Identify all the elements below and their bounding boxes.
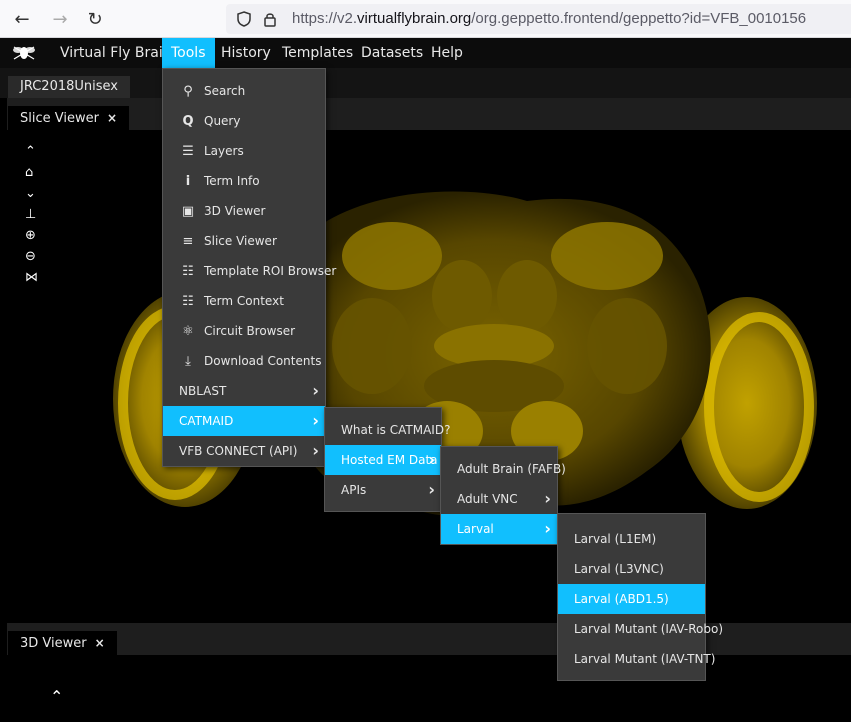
menu-item-what-is-catmaid[interactable]: What is CATMAID?: [325, 415, 450, 445]
chevron-right-icon: ›: [428, 450, 435, 469]
chevron-right-icon: ›: [544, 519, 551, 538]
slice-viewer-tab[interactable]: Slice Viewer ×: [8, 106, 130, 130]
viewer3d-tab[interactable]: 3D Viewer ×: [8, 631, 117, 655]
home-icon[interactable]: ⌂: [25, 162, 38, 183]
menu-item-3d-viewer[interactable]: ▣ 3D Viewer: [163, 196, 325, 226]
cube-icon: ▣: [181, 204, 195, 219]
menu-item-adult-brain-fafb[interactable]: Adult Brain (FAFB): [441, 454, 566, 484]
chevron-right-icon: ›: [544, 489, 551, 508]
shield-icon: [237, 11, 251, 27]
pan-up-icon[interactable]: ⌃: [25, 141, 38, 162]
close-icon[interactable]: ×: [107, 111, 117, 125]
chevron-right-icon: ›: [312, 411, 319, 430]
viewer3d-header: 3D Viewer ×: [7, 623, 851, 655]
close-icon[interactable]: ×: [95, 636, 105, 650]
reload-icon[interactable]: ↻: [82, 6, 108, 32]
toggle-icon[interactable]: ⋈: [25, 267, 38, 288]
chevron-right-icon: ›: [428, 480, 435, 499]
menu-item-term-context[interactable]: ☷ Term Context: [163, 286, 325, 316]
download-icon: ⤓: [185, 354, 191, 369]
menu-item-query[interactable]: Q Query: [163, 106, 325, 136]
menu-item-template-roi-browser[interactable]: ☷ Template ROI Browser: [163, 256, 336, 286]
zoom-out-icon[interactable]: ⊖: [25, 246, 38, 267]
menu-item-download-contents[interactable]: ⤓ Download Contents: [163, 346, 325, 376]
nav-tools[interactable]: Tools: [162, 38, 215, 68]
tree-list-icon: ☷: [182, 264, 194, 279]
menu-item-larval-l3vnc[interactable]: Larval (L3VNC): [558, 554, 705, 584]
circuit-icon: ⚛: [182, 324, 194, 339]
forward-icon[interactable]: →: [47, 6, 73, 32]
menu-item-hosted-em-data[interactable]: Hosted EM Data ›: [325, 445, 441, 475]
url-text: https://v2.virtualflybrain.org/org.geppe…: [292, 10, 807, 27]
browser-toolbar: ← → ↻ https://v2.virtualflybrain.org/org…: [0, 0, 851, 38]
menu-item-search[interactable]: ⚲ Search: [163, 76, 325, 106]
nav-help[interactable]: Help: [431, 38, 463, 68]
axes-icon[interactable]: ⊥: [25, 204, 38, 225]
template-tab[interactable]: JRC2018Unisex: [8, 76, 130, 98]
menu-item-adult-vnc[interactable]: Adult VNC ›: [441, 484, 557, 514]
chevron-right-icon: ›: [312, 441, 319, 460]
chevron-right-icon: ›: [312, 381, 319, 400]
address-bar[interactable]: https://v2.virtualflybrain.org/org.geppe…: [226, 4, 851, 34]
fly-logo-icon[interactable]: [12, 43, 36, 63]
zoom-in-icon[interactable]: ⊕: [25, 225, 38, 246]
menu-item-catmaid[interactable]: CATMAID ›: [163, 406, 325, 436]
nav-history[interactable]: History: [221, 38, 271, 68]
app-title[interactable]: Virtual Fly Brain: [60, 38, 172, 68]
template-tabbar: JRC2018Unisex: [0, 68, 851, 98]
list-icon: ☰: [182, 144, 194, 159]
menu-item-slice-viewer[interactable]: ≡ Slice Viewer: [163, 226, 325, 256]
hierarchy-icon: ☷: [182, 294, 194, 309]
menu-item-nblast[interactable]: NBLAST ›: [163, 376, 325, 406]
menu-item-apis[interactable]: APIs ›: [325, 475, 441, 505]
viewer3d-canvas[interactable]: ⌃: [7, 655, 851, 722]
sliders-icon: ≡: [182, 234, 194, 249]
search-icon: ⚲: [183, 84, 193, 99]
slice-viewer-header: Slice Viewer ×: [7, 98, 851, 130]
nav-datasets[interactable]: Datasets: [361, 38, 423, 68]
lock-icon: [264, 13, 276, 27]
menu-item-larval-mutant-iav-robo[interactable]: Larval Mutant (IAV-Robo): [558, 614, 723, 644]
app-navbar: Virtual Fly Brain Tools History Template…: [0, 38, 851, 68]
info-icon: i: [185, 174, 191, 189]
pan-up-icon[interactable]: ⌃: [50, 687, 63, 706]
menu-item-larval-mutant-iav-tnt[interactable]: Larval Mutant (IAV-TNT): [558, 644, 715, 674]
catmaid-submenu: What is CATMAID? Hosted EM Data › APIs ›: [324, 407, 450, 512]
menu-item-larval[interactable]: Larval ›: [441, 514, 557, 544]
pan-down-icon[interactable]: ⌄: [25, 183, 38, 204]
menu-item-vfb-connect[interactable]: VFB CONNECT (API) ›: [163, 436, 325, 466]
slice-viewer-canvas[interactable]: ⌃ ⌂ ⌄ ⊥ ⊕ ⊖ ⋈: [7, 131, 851, 621]
back-icon[interactable]: ←: [9, 6, 35, 32]
brain-slice-image: [113, 191, 817, 517]
menu-item-layers[interactable]: ☰ Layers: [163, 136, 325, 166]
hosted-em-submenu: Adult Brain (FAFB) Adult VNC › Larval ›: [440, 446, 566, 545]
viewer-controls: ⌃ ⌂ ⌄ ⊥ ⊕ ⊖ ⋈: [25, 141, 38, 288]
menu-item-term-info[interactable]: i Term Info: [163, 166, 325, 196]
larval-submenu: Larval (L1EM) Larval (L3VNC) Larval (ABD…: [557, 513, 723, 681]
menu-item-circuit-browser[interactable]: ⚛ Circuit Browser: [163, 316, 325, 346]
menu-item-larval-abd15[interactable]: Larval (ABD1.5): [558, 584, 705, 614]
menu-item-larval-l1em[interactable]: Larval (L1EM): [558, 524, 705, 554]
query-icon: Q: [182, 114, 194, 129]
tools-menu: ⚲ Search Q Query ☰ Layers i Term Info ▣ 3D Vi…: [162, 68, 336, 467]
nav-templates[interactable]: Templates: [282, 38, 353, 68]
